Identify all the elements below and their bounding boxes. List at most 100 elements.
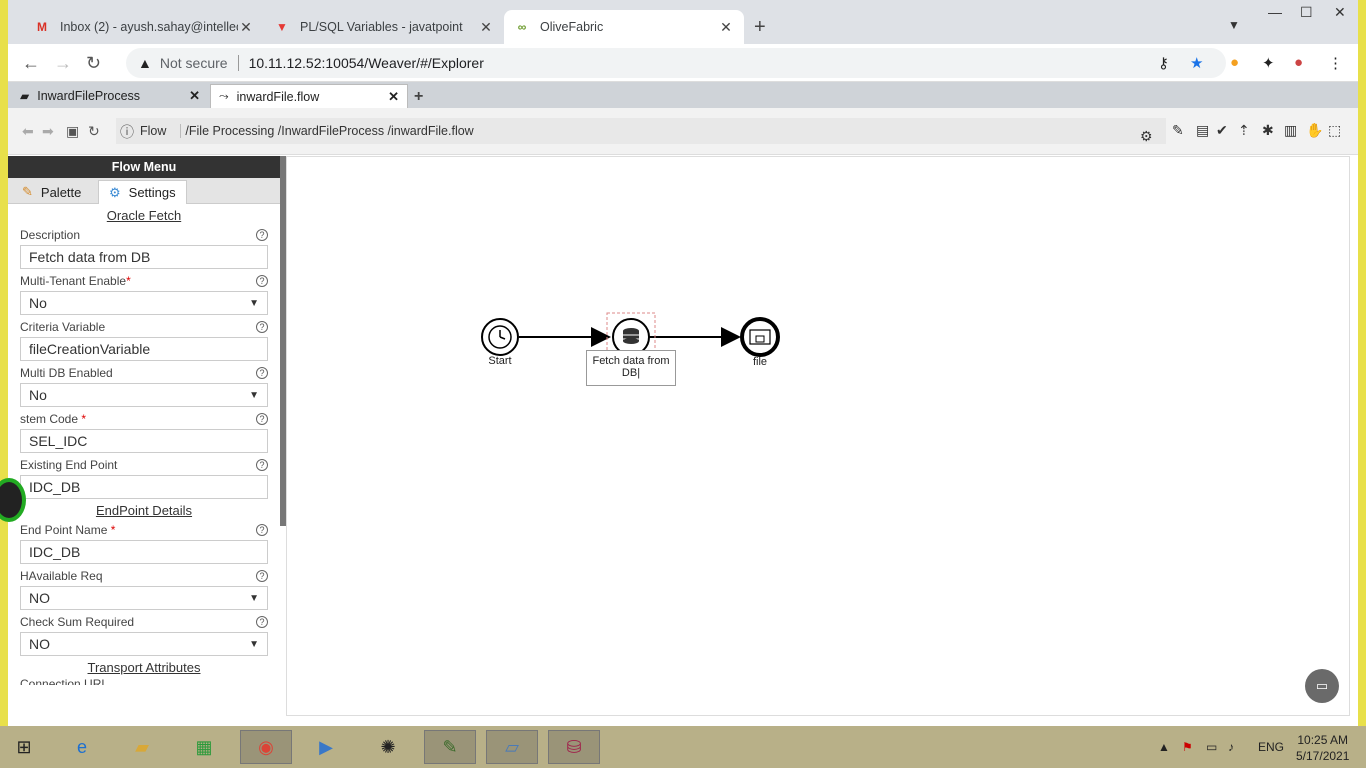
validate-icon[interactable]: ✔ [1216,122,1228,139]
flow-canvas[interactable]: Start Fetch data from DB| file ▭ [286,156,1350,716]
internet-explorer-icon[interactable]: e [56,730,108,764]
volume-icon[interactable]: ♪ [1228,740,1234,754]
checksum-select[interactable]: NO ▼ [20,632,268,656]
field-label: Check Sum Required [20,615,135,629]
help-icon[interactable]: ⓘ [120,122,134,142]
reload-icon[interactable]: ↻ [86,53,101,74]
back-icon[interactable]: ← [22,53,40,74]
tab-inwardfileprocess[interactable]: ▰ InwardFileProcess ✕ [12,84,208,108]
notes-app-icon[interactable]: ▱ [486,730,538,764]
hand-pan-icon[interactable]: ✋ [1306,122,1323,139]
help-icon[interactable]: ? [256,524,268,536]
havailable-select[interactable]: NO ▼ [20,586,268,610]
forward-icon[interactable]: ➡ [42,123,54,140]
bitcoin-extension-icon[interactable]: ● [1230,54,1239,71]
database-tool-icon[interactable]: ⛁ [548,730,600,764]
description-input[interactable]: Fetch data from DB [20,245,268,269]
maximize-icon[interactable]: ☐ [1300,4,1313,21]
field-label: HAvailable Req [20,569,103,583]
help-icon[interactable]: ? [256,229,268,241]
existing-endpoint-input[interactable]: IDC_DB [20,475,268,499]
add-tab-button[interactable]: + [414,88,423,106]
forward-icon[interactable]: → [54,53,72,74]
tab-palette[interactable]: ✎ Palette [12,180,91,204]
help-icon[interactable]: ? [256,413,268,425]
help-icon[interactable]: ? [256,321,268,333]
address-bar[interactable]: ▲ Not secure 10.11.12.52:10054/Weaver/#/… [126,48,1226,78]
clock-time: 10:25 AM [1297,733,1349,747]
help-icon[interactable]: ? [256,570,268,582]
field-label-row: Criteria Variable? [20,317,268,337]
deploy-icon[interactable]: ⇡ [1238,122,1250,139]
fetch-node-label-editor[interactable]: Fetch data from DB| [586,350,676,386]
panel-title: Flow Menu [8,156,280,178]
network-icon[interactable]: ▭ [1206,740,1217,754]
browser-window: M Inbox (2) - ayush.sahay@intellect ✕ ▼ … [0,0,1366,726]
select-area-icon[interactable]: ⬚ [1328,122,1341,139]
close-icon[interactable]: ✕ [478,19,494,36]
tab-inwardfile-flow[interactable]: ⤳ inwardFile.flow ✕ [210,84,408,108]
start-event-node[interactable] [481,318,519,356]
url-text: 10.11.12.52:10054/Weaver/#/Explorer [248,55,484,71]
edit-icon[interactable]: ✎ [1172,122,1184,139]
back-icon[interactable]: ⬅ [22,123,34,140]
save-icon[interactable]: ▤ [1196,122,1209,139]
close-icon[interactable]: ✕ [189,88,200,104]
minimize-icon[interactable]: — [1268,4,1282,20]
field-label: Connection URL [20,677,109,685]
field-system-code: stem Code *? SEL_IDC [8,409,280,453]
split-view-icon[interactable]: ▥ [1284,122,1297,139]
field-label-row: Description? [20,225,268,245]
fetch-node-label-line2-row: DB| [621,367,641,379]
criteria-variable-input[interactable]: fileCreationVariable [20,337,268,361]
close-icon[interactable]: ✕ [718,19,734,36]
divider [237,55,239,71]
tray-expand-icon[interactable]: ▲ [1158,740,1170,754]
endpoint-name-input[interactable]: IDC_DB [20,540,268,564]
tab-settings[interactable]: ⚙ Settings [98,180,187,204]
file-end-event-node[interactable] [740,317,780,357]
multi-db-select[interactable]: No ▼ [20,383,268,407]
file-explorer-icon[interactable]: ▰ [116,730,168,764]
close-window-icon[interactable]: ✕ [1334,4,1346,21]
media-player-icon[interactable]: ▶ [300,730,352,764]
store-icon[interactable]: ▦ [178,730,230,764]
browser-tab-gmail[interactable]: M Inbox (2) - ayush.sahay@intellect ✕ [24,10,264,44]
breadcrumb: Flow /File Processing /InwardFileProcess… [116,118,1166,144]
key-icon[interactable]: ⚷ [1158,54,1169,72]
menu-icon[interactable]: ⋮ [1328,54,1343,72]
field-label-row: Multi DB Enabled? [20,363,268,383]
open-folder-icon[interactable]: ▣ [66,123,79,140]
system-code-input[interactable]: SEL_IDC [20,429,268,453]
close-icon[interactable]: ✕ [238,19,254,36]
chrome-icon[interactable]: ◉ [240,730,292,764]
avatar[interactable]: ● [1294,54,1303,71]
bookmark-star-icon[interactable]: ★ [1190,54,1203,72]
tab-search-icon[interactable]: ▼ [1228,18,1240,32]
help-icon[interactable]: ? [256,275,268,287]
clock[interactable]: 10:25 AM 5/17/2021 [1296,732,1349,764]
refresh-icon[interactable]: ↻ [88,123,100,140]
console-button[interactable]: ▭ [1305,669,1339,703]
language-indicator[interactable]: ENG [1258,740,1284,754]
browser-tab-javatpoint[interactable]: ▼ PL/SQL Variables - javatpoint ✕ [264,10,504,44]
flag-icon[interactable]: ⚑ [1182,740,1193,754]
section-title-oracle-fetch: Oracle Fetch [106,208,182,223]
help-icon[interactable]: ? [256,459,268,471]
settings-gear-icon[interactable]: ⚙ [1140,128,1153,145]
multi-tenant-select[interactable]: No ▼ [20,291,268,315]
field-checksum: Check Sum Required? NO ▼ [8,612,280,656]
help-icon[interactable]: ? [256,616,268,628]
fetch-node-label-line2: DB [621,367,638,379]
required-marker: * [81,412,87,426]
aperture-app-icon[interactable]: ✺ [362,730,414,764]
new-tab-button[interactable]: + [754,16,766,39]
security-label: Not secure [159,55,228,71]
notepad-plus-icon[interactable]: ✎ [424,730,476,764]
close-icon[interactable]: ✕ [388,89,399,105]
debug-bug-icon[interactable]: ✱ [1262,122,1274,139]
extensions-icon[interactable]: ✦ [1262,54,1275,72]
help-icon[interactable]: ? [256,367,268,379]
browser-tab-olivefabric[interactable]: ∞ OliveFabric ✕ [504,10,744,44]
windows-start-icon[interactable]: ⊞ [0,730,48,764]
